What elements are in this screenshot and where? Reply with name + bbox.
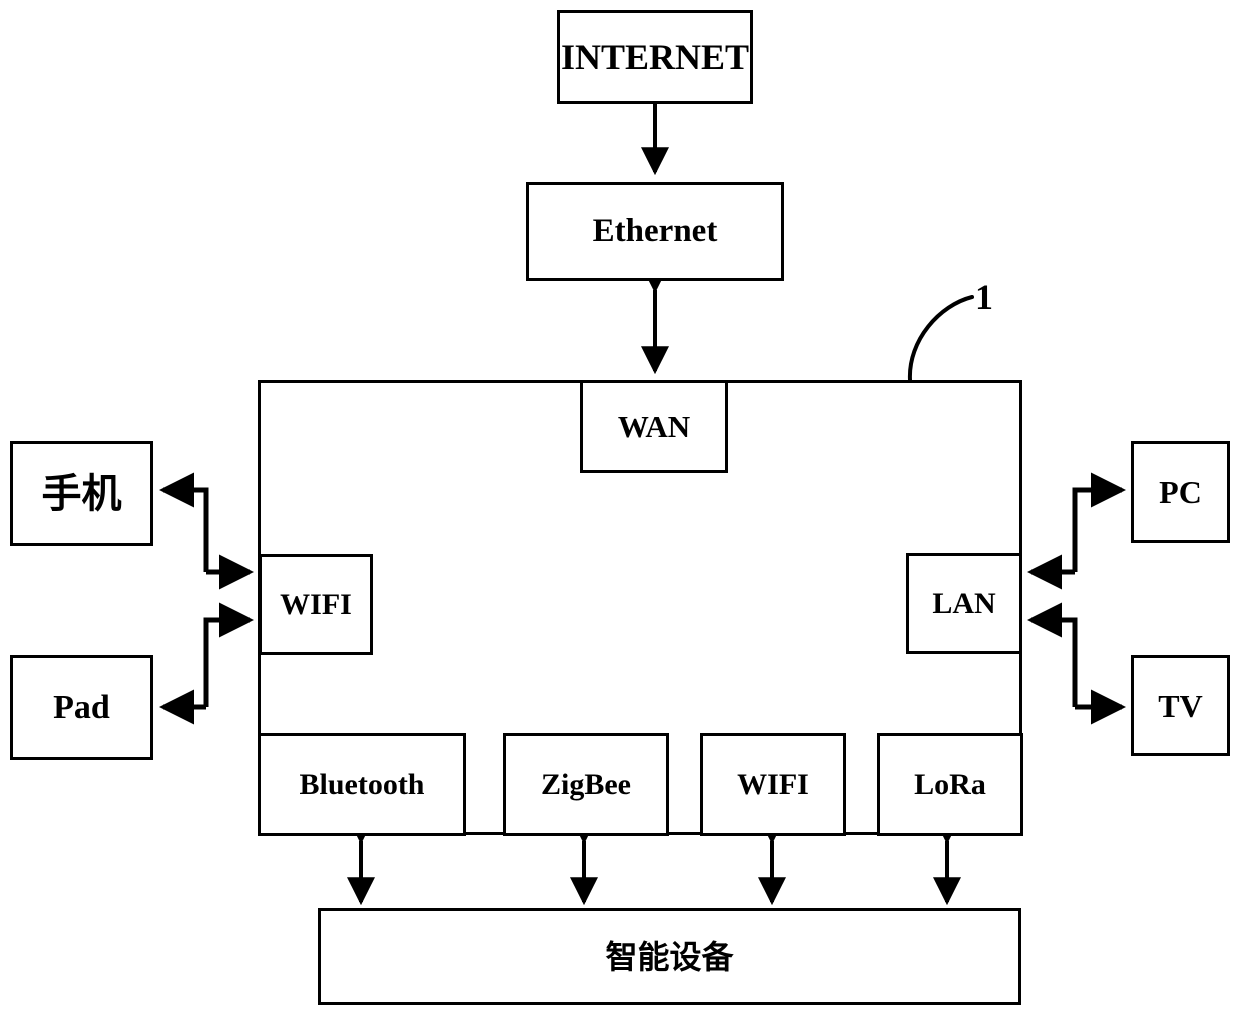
node-lan-label: LAN — [932, 586, 996, 620]
node-pad[interactable]: Pad — [10, 655, 153, 760]
node-pc[interactable]: PC — [1131, 441, 1230, 543]
node-wifi-interface-label: WIFI — [280, 587, 352, 621]
connector-lan-to-pc — [1072, 472, 1127, 572]
node-lora-label: LoRa — [914, 767, 986, 801]
node-internet-label: INTERNET — [560, 37, 750, 77]
node-mobile-phone[interactable]: 手机 — [10, 441, 153, 546]
node-smart-device-label: 智能设备 — [605, 937, 734, 976]
node-pad-label: Pad — [53, 688, 110, 726]
node-zigbee-module[interactable]: ZigBee — [503, 733, 669, 836]
node-pc-label: PC — [1159, 474, 1202, 510]
node-wifi-module-label: WIFI — [737, 767, 809, 801]
diagram-canvas: 1 INTERNET Ethernet WAN 手机 Pad WIFI LAN … — [0, 0, 1240, 1017]
node-wifi-interface[interactable]: WIFI — [259, 554, 373, 655]
connector-wifi-to-phone — [158, 472, 209, 572]
node-ethernet-label: Ethernet — [592, 213, 718, 249]
node-lora-module[interactable]: LoRa — [877, 733, 1023, 836]
node-wan-label: WAN — [617, 409, 691, 444]
callout-number-label: 1 — [975, 277, 993, 317]
connector-tv-to-lan — [1026, 602, 1078, 707]
node-bluetooth-label: Bluetooth — [299, 767, 425, 801]
node-internet[interactable]: INTERNET — [557, 10, 753, 104]
node-smart-device[interactable]: 智能设备 — [318, 908, 1021, 1005]
connector-pad-to-wifi — [203, 602, 255, 707]
node-mobile-phone-label: 手机 — [41, 470, 122, 517]
node-lan-port[interactable]: LAN — [906, 553, 1022, 654]
node-wifi-module[interactable]: WIFI — [700, 733, 846, 836]
node-tv-label: TV — [1158, 687, 1203, 724]
node-bluetooth-module[interactable]: Bluetooth — [258, 733, 466, 836]
node-zigbee-label: ZigBee — [541, 767, 631, 801]
node-ethernet[interactable]: Ethernet — [526, 182, 784, 281]
node-tv[interactable]: TV — [1131, 655, 1230, 756]
node-wan-port[interactable]: WAN — [580, 380, 728, 473]
callout-leader-line — [907, 295, 974, 382]
